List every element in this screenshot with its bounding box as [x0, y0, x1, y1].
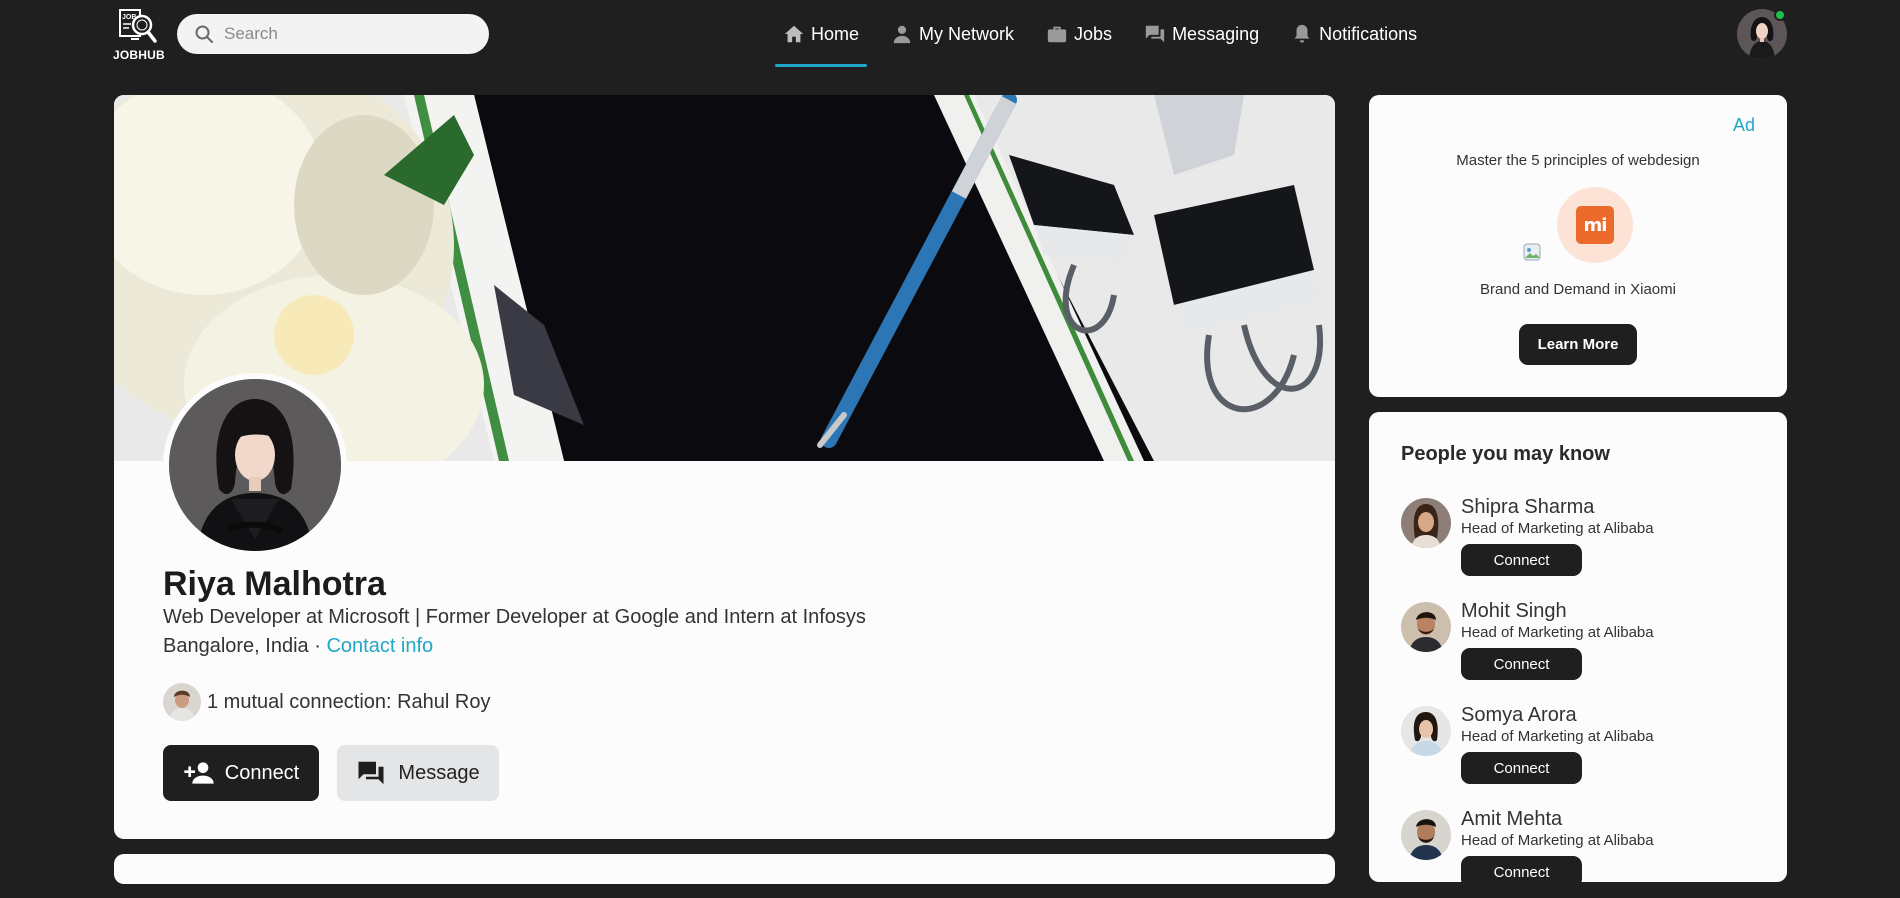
nav-item-home[interactable]: Home [775, 0, 868, 68]
broken-image-icon [1523, 243, 1541, 261]
jobhub-logo[interactable]: JOB JOBHUB [113, 8, 169, 64]
contact-info-link[interactable]: Contact info [326, 635, 433, 657]
separator-dot: · [308, 635, 327, 657]
nav-item-label: Home [811, 23, 860, 44]
ad-title: Master the 5 principles of webdesign [1456, 152, 1700, 169]
person-icon [893, 25, 911, 44]
learn-more-button[interactable]: Learn More [1519, 324, 1637, 365]
search-icon [195, 25, 213, 43]
add-person-icon [184, 762, 214, 784]
person-connect-button[interactable]: Connect [1461, 752, 1582, 784]
person-avatar[interactable] [1401, 602, 1451, 652]
profile-location-line: Bangalore, India · Contact info [163, 635, 433, 658]
online-status-indicator [1774, 9, 1786, 21]
magnifier-document-icon: JOB [119, 9, 157, 43]
nav-item-jobs[interactable]: Jobs [1038, 0, 1120, 68]
briefcase-icon [1047, 26, 1067, 43]
chat-icon [358, 761, 384, 785]
person-role: Head of Marketing at Alibaba [1461, 728, 1654, 745]
search-input[interactable] [224, 24, 474, 44]
xiaomi-logo[interactable]: mi [1557, 187, 1633, 263]
ad-brand-text: Brand and Demand in Xiaomi [1480, 281, 1676, 298]
profile-location: Bangalore, India [163, 635, 309, 657]
nav-item-messaging[interactable]: Messaging [1136, 0, 1267, 68]
search-bar[interactable] [177, 14, 489, 54]
person-name[interactable]: Somya Arora [1461, 704, 1577, 727]
profile-headline: Web Developer at Microsoft | Former Deve… [163, 606, 866, 628]
chat-icon [1145, 25, 1165, 43]
nav-item-label: My Network [919, 23, 1015, 44]
home-icon [784, 25, 804, 43]
nav-item-my-network[interactable]: My Network [883, 0, 1022, 68]
top-nav-bar: JOB JOBHUB Home My Network Jobs [0, 0, 1900, 68]
next-profile-section-card [114, 854, 1335, 884]
nav-item-label: Messaging [1172, 23, 1260, 44]
nav-item-label: Notifications [1319, 23, 1418, 44]
mutual-connection-text: 1 mutual connection: Rahul Roy [207, 690, 491, 713]
main-nav: Home My Network Jobs Messaging Notificat… [775, 0, 1441, 68]
person-role: Head of Marketing at Alibaba [1461, 520, 1654, 537]
person-avatar[interactable] [1401, 810, 1451, 860]
connect-button[interactable]: Connect [163, 745, 319, 801]
person-avatar[interactable] [1401, 498, 1451, 548]
person-role: Head of Marketing at Alibaba [1461, 624, 1654, 641]
person-name[interactable]: Mohit Singh [1461, 600, 1567, 623]
xiaomi-logo-mark: mi [1576, 206, 1614, 244]
bell-icon [1294, 24, 1310, 43]
profile-card: Riya Malhotra Web Developer at Microsoft… [114, 95, 1335, 839]
person-suggestion: Shipra Sharma Head of Marketing at Aliba… [1401, 496, 1761, 586]
ad-label: Ad [1732, 115, 1755, 135]
profile-photo[interactable] [163, 373, 347, 557]
person-suggestion: Amit Mehta Head of Marketing at Alibaba … [1401, 808, 1761, 898]
person-suggestion: Mohit Singh Head of Marketing at Alibaba… [1401, 600, 1761, 690]
nav-item-label: Jobs [1074, 23, 1113, 44]
person-name[interactable]: Shipra Sharma [1461, 496, 1594, 519]
person-avatar[interactable] [1401, 706, 1451, 756]
connect-button-label: Connect [224, 761, 300, 784]
people-card-title: People you may know [1401, 443, 1610, 465]
nav-item-notifications[interactable]: Notifications [1283, 0, 1425, 68]
ad-card: Ad Master the 5 principles of webdesign … [1369, 95, 1787, 397]
person-role: Head of Marketing at Alibaba [1461, 832, 1654, 849]
logo-text: JOBHUB [113, 48, 165, 62]
person-name[interactable]: Amit Mehta [1461, 808, 1562, 831]
person-suggestion: Somya Arora Head of Marketing at Alibaba… [1401, 704, 1761, 794]
profile-name: Riya Malhotra [163, 565, 386, 603]
mutual-connection[interactable]: 1 mutual connection: Rahul Roy [163, 683, 491, 721]
person-connect-button[interactable]: Connect [1461, 856, 1582, 888]
person-connect-button[interactable]: Connect [1461, 648, 1582, 680]
message-button[interactable]: Message [337, 745, 499, 801]
message-button-label: Message [398, 761, 480, 784]
people-you-may-know-card: People you may know Shipra Sharma Head o… [1369, 412, 1787, 888]
mutual-connection-avatar [163, 683, 201, 721]
person-connect-button[interactable]: Connect [1461, 544, 1582, 576]
